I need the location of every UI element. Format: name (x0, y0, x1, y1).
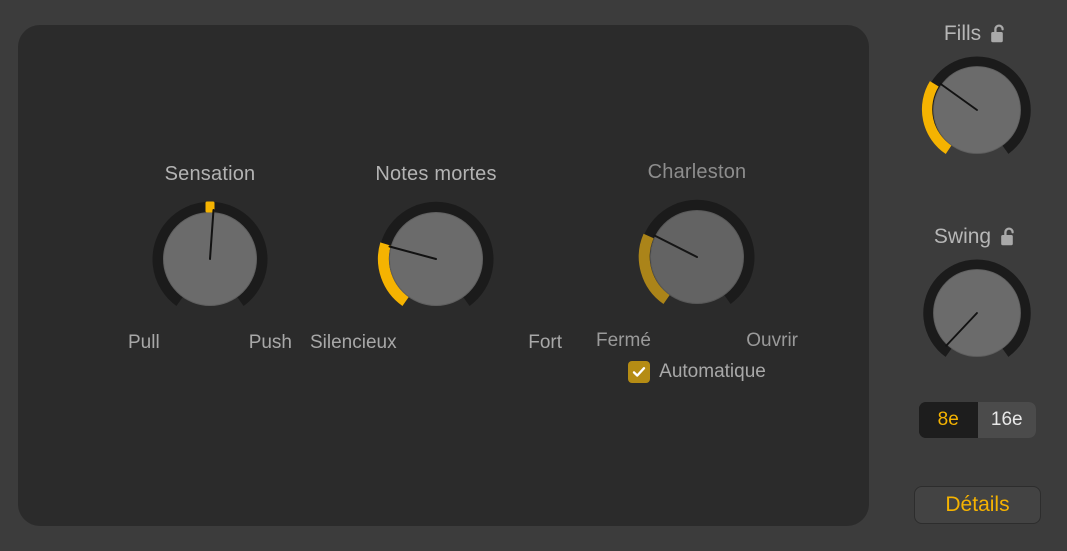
knob-max-label-notes-mortes: Fort (528, 332, 562, 353)
knob-range-charleston: Fermé Ouvrir (584, 330, 810, 352)
knob-min-label-charleston: Fermé (596, 330, 651, 351)
automatique-checkbox[interactable] (628, 361, 651, 383)
fills-label: Fills (943, 22, 982, 45)
segment-8e-label: 8e (937, 409, 959, 430)
knob-range-notes-mortes: Silencieux Fort (306, 332, 566, 354)
rail-group-fills: Fills (886, 21, 1067, 167)
knob-label-notes-mortes: Notes mortes (375, 163, 497, 185)
unlocked-padlock-icon[interactable] (989, 23, 1009, 45)
fills-header: Fills (886, 21, 1067, 47)
knob-min-label-sensation: Pull (128, 332, 160, 353)
rail-group-swing: Swing (886, 224, 1067, 370)
automatique-label: Automatique (659, 361, 766, 382)
check-icon (633, 367, 646, 377)
knob-charleston[interactable] (636, 196, 758, 318)
knob-group-charleston: Charleston Fermé Ouvrir Automatique (584, 160, 810, 383)
swing-resolution-segmented-control[interactable]: 8e 16e (919, 402, 1036, 438)
knob-group-notes-mortes: Notes mortes Silencieux Fort (306, 162, 566, 354)
segment-16e-label: 16e (990, 409, 1023, 430)
segment-16e[interactable]: 16e (977, 402, 1036, 438)
knob-fills[interactable] (920, 53, 1034, 167)
automatique-checkbox-row[interactable]: Automatique (584, 361, 810, 383)
knob-swing[interactable] (920, 256, 1034, 370)
right-rail: Fills Swing 8e 16e Détails (886, 0, 1067, 551)
knob-min-label-notes-mortes: Silencieux (310, 332, 397, 353)
knob-label-charleston: Charleston (647, 161, 747, 183)
knob-max-label-sensation: Push (248, 332, 292, 353)
knob-group-sensation: Sensation Pull Push (110, 162, 310, 354)
swing-header: Swing (886, 224, 1067, 250)
plugin-window: Sensation Pull Push Notes mortes Silenci… (0, 0, 1067, 551)
knob-label-sensation: Sensation (164, 163, 256, 185)
knob-sensation[interactable] (149, 198, 271, 320)
segment-8e[interactable]: 8e (919, 402, 978, 438)
details-button[interactable]: Détails (914, 486, 1041, 524)
unlocked-padlock-icon[interactable] (999, 226, 1019, 248)
knob-range-sensation: Pull Push (110, 332, 310, 354)
knob-max-label-charleston: Ouvrir (746, 330, 798, 351)
main-parameter-panel: Sensation Pull Push Notes mortes Silenci… (18, 25, 869, 526)
knob-notes-mortes[interactable] (375, 198, 497, 320)
swing-label: Swing (933, 225, 992, 248)
